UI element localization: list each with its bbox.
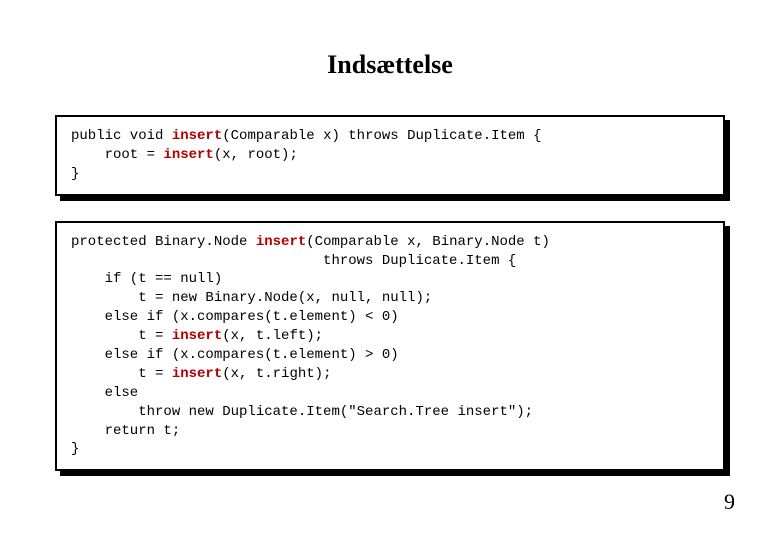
code-text: else [71,385,138,401]
code-keyword: insert [172,328,222,344]
code-text: protected Binary.Node [71,234,256,250]
code-text: return t; [71,423,180,439]
code-text: t = new Binary.Node(x, null, null); [71,290,432,306]
code-text: (Comparable x, Binary.Node t) [306,234,550,250]
slide-title: Indsættelse [55,50,725,80]
code-text: else if (x.compares(t.element) < 0) [71,309,399,325]
code-text: else if (x.compares(t.element) > 0) [71,347,399,363]
code-text: t = [71,366,172,382]
code-block-2-wrap: protected Binary.Node insert(Comparable … [55,221,725,472]
code-text: throws Duplicate.Item { [71,253,516,269]
code-text: (x, root); [214,147,298,163]
code-keyword: insert [172,366,222,382]
code-text: t = [71,328,172,344]
page-number: 9 [724,489,735,515]
code-text: } [71,441,79,457]
code-text: (x, t.right); [222,366,331,382]
code-block-1: public void insert(Comparable x) throws … [55,115,725,196]
code-text: if (t == null) [71,271,222,287]
code-keyword: insert [256,234,306,250]
code-keyword: insert [163,147,213,163]
code-text: throw new Duplicate.Item("Search.Tree in… [71,404,533,420]
code-keyword: insert [172,128,222,144]
code-text: root = [71,147,163,163]
code-text: (Comparable x) throws Duplicate.Item { [222,128,541,144]
slide: Indsættelse public void insert(Comparabl… [0,0,780,540]
code-text: (x, t.left); [222,328,323,344]
code-text: } [71,166,79,182]
code-text: public void [71,128,172,144]
code-block-1-wrap: public void insert(Comparable x) throws … [55,115,725,196]
code-block-2: protected Binary.Node insert(Comparable … [55,221,725,472]
